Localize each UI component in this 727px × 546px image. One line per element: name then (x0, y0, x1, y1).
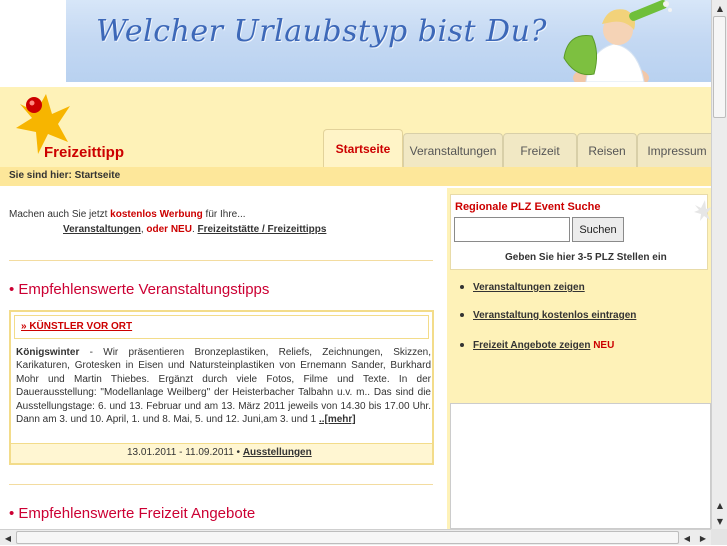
search-button[interactable]: Suchen (572, 217, 624, 242)
right-link-item: Veranstaltungen zeigen (460, 282, 585, 293)
new-badge: NEU (593, 340, 615, 351)
scroll-right-icon[interactable]: ▶ (695, 530, 711, 546)
promo-prefix: Machen auch Sie jetzt (9, 209, 111, 220)
right-sidebar: Regionale PLZ Event Suche Suchen Geben S… (447, 188, 711, 529)
search-hint: Geben Sie hier 3-5 PLZ Stellen ein (505, 252, 667, 263)
browser-viewport: Welcher Urlaubstyp bist Du? Freizeittipp… (0, 0, 711, 529)
divider (9, 484, 433, 485)
scrollbar-corner (711, 529, 727, 545)
promo-link-leisure[interactable]: Freizeitstätte / Freizeittipps (198, 224, 327, 235)
scroll-left-icon[interactable]: ◀ (0, 530, 16, 546)
scroll-left-icon[interactable]: ◀ (679, 530, 695, 546)
tab-reisen[interactable]: Reisen (577, 133, 637, 167)
event-card: » KÜNSTLER VOR ORT Königswinter - Wir pr… (9, 310, 434, 465)
tab-startseite[interactable]: Startseite (323, 129, 403, 168)
bullet-icon (460, 313, 464, 318)
tab-veranstaltungen[interactable]: Veranstaltungen (403, 133, 503, 167)
vertical-scroll-thumb[interactable] (713, 16, 726, 118)
tab-freizeit[interactable]: Freizeit (503, 133, 577, 167)
advertising-banner[interactable]: Welcher Urlaubstyp bist Du? (66, 0, 711, 82)
promo-suffix: für Ihre... (202, 209, 246, 220)
right-link-item: Veranstaltung kostenlos eintragen (460, 310, 636, 321)
traveler-illustration-icon (563, 0, 672, 82)
event-category-link[interactable]: » KÜNSTLER VOR ORT (21, 321, 132, 332)
link-show-events[interactable]: Veranstaltungen zeigen (473, 282, 585, 293)
divider (9, 260, 433, 261)
section-title-leisure: • Empfehlenswerte Freizeit Angebote (9, 505, 256, 522)
event-footer: 13.01.2011 - 11.09.2011 • Ausstellungen (11, 443, 432, 463)
banner-headline: Welcher Urlaubstyp bist Du? (96, 14, 548, 49)
vertical-scrollbar[interactable]: ▲ ▲ ▼ (711, 0, 727, 529)
scroll-up-icon[interactable]: ▲ (712, 0, 727, 16)
promo-text: Machen auch Sie jetzt kostenlos Werbung … (9, 209, 439, 220)
link-add-event[interactable]: Veranstaltung kostenlos eintragen (473, 310, 636, 321)
event-type-link[interactable]: Ausstellungen (243, 447, 312, 458)
event-description: Königswinter - Wir präsentieren Bronzepl… (16, 346, 431, 426)
horizontal-scrollbar[interactable]: ◀ ◀ ▶ (0, 529, 711, 545)
scroll-down-icon[interactable]: ▼ (712, 513, 727, 529)
event-more-link[interactable]: ..[mehr] (319, 414, 356, 425)
logo-wordmark[interactable]: Freizeittipp (44, 144, 124, 161)
breadcrumb: Sie sind hier: Startseite (9, 170, 121, 181)
promo-link-events[interactable]: Veranstaltungen (63, 224, 141, 235)
promo-links: Veranstaltungen, oder NEU. Freizeitstätt… (63, 224, 326, 235)
star-icon (694, 200, 711, 221)
event-location: Königswinter (16, 347, 80, 358)
promo-oder-neu: oder NEU (146, 224, 192, 235)
horizontal-scroll-thumb[interactable] (16, 531, 679, 544)
event-card-header: » KÜNSTLER VOR ORT (14, 315, 429, 339)
breadcrumb-bar: Sie sind hier: Startseite (0, 167, 711, 187)
right-link-item: Freizeit Angebote zeigen NEU (460, 340, 614, 351)
banner-area: Welcher Urlaubstyp bist Du? (0, 0, 711, 87)
bullet-icon (460, 343, 464, 348)
scroll-up-icon[interactable]: ▲ (712, 497, 727, 513)
ad-panel (450, 403, 711, 529)
event-date-range: 13.01.2011 - 11.09.2011 • (127, 447, 243, 458)
plz-search-input[interactable] (454, 217, 570, 242)
event-text: - Wir präsentieren Bronzeplastiken, Reli… (16, 347, 431, 426)
plz-search-box: Regionale PLZ Event Suche Suchen Geben S… (450, 194, 711, 270)
promo-highlight: kostenlos Werbung (110, 209, 203, 220)
search-title: Regionale PLZ Event Suche (455, 201, 601, 213)
tab-impressum[interactable]: Impressum (637, 133, 711, 167)
bullet-icon (460, 285, 464, 290)
link-show-leisure[interactable]: Freizeit Angebote zeigen (473, 340, 590, 351)
event-date-line: 13.01.2011 - 11.09.2011 • Ausstellungen (127, 447, 312, 458)
section-title-events: • Empfehlenswerte Veranstaltungstipps (9, 281, 270, 298)
